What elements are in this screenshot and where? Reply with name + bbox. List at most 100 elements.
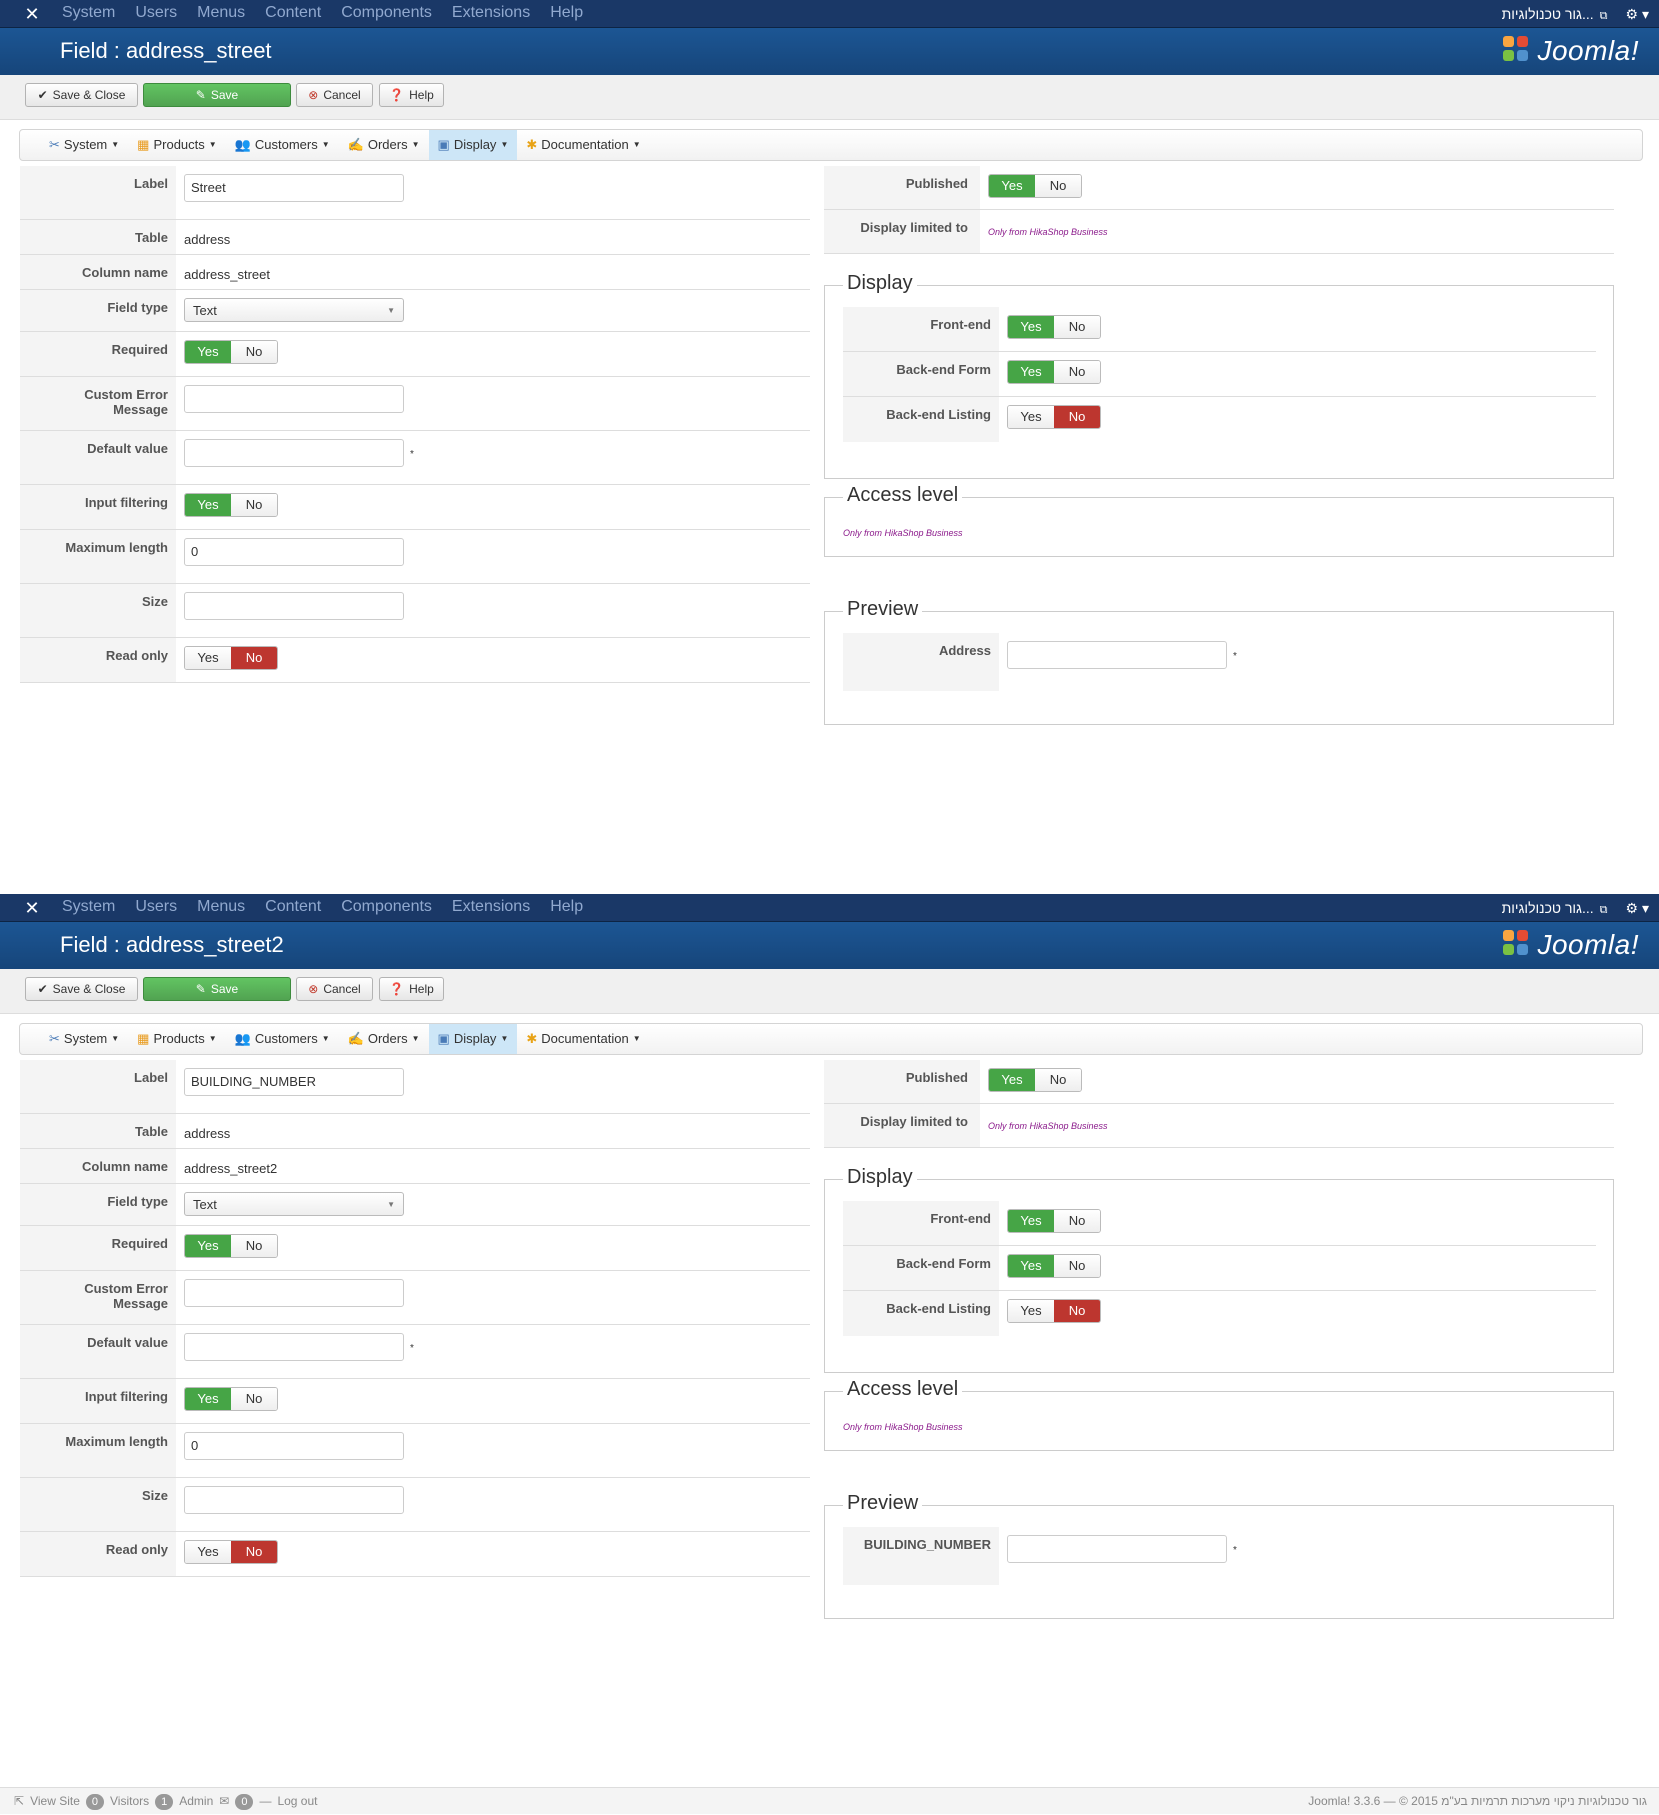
help-button[interactable]: ❓ Help bbox=[379, 83, 444, 107]
caret-down-icon: ▼ bbox=[208, 140, 217, 149]
site-name-link[interactable]: גור טכנולוגיות... ⧉ bbox=[1502, 900, 1608, 917]
help-button[interactable]: ❓ Help bbox=[379, 977, 444, 1001]
menu-extensions[interactable]: Extensions bbox=[442, 0, 540, 28]
submenu-display[interactable]: ▣ Display ▼ bbox=[428, 130, 518, 160]
user-menu-gear-icon[interactable]: ⚙ ▾ bbox=[1626, 6, 1649, 23]
menu-content[interactable]: Content bbox=[255, 894, 331, 922]
read-only-yes-button[interactable]: Yes bbox=[185, 647, 231, 669]
custom-error-input[interactable] bbox=[184, 385, 404, 413]
view-site-link[interactable]: View Site bbox=[30, 1788, 80, 1815]
size-input[interactable] bbox=[184, 592, 404, 620]
input-filtering-yes-button[interactable]: Yes bbox=[185, 494, 231, 516]
version-text: Joomla! 3.3.6 — © 2015 גור טכנולוגיות ני… bbox=[1308, 1794, 1647, 1808]
label-input[interactable]: Street bbox=[184, 174, 404, 202]
submenu-system[interactable]: ✂ System ▼ bbox=[40, 1024, 128, 1054]
column-name-label: Column name bbox=[20, 255, 176, 289]
menu-components[interactable]: Components bbox=[331, 894, 442, 922]
required-no-button[interactable]: No bbox=[231, 1235, 277, 1257]
submenu-orders[interactable]: ✍ Orders ▼ bbox=[339, 1024, 429, 1054]
submenu-documentation[interactable]: ✱ Documentation ▼ bbox=[517, 130, 649, 160]
menu-help[interactable]: Help bbox=[540, 894, 593, 922]
read-only-toggle: Yes No bbox=[184, 646, 278, 670]
published-yes-button[interactable]: Yes bbox=[989, 175, 1035, 197]
label-input[interactable]: BUILDING_NUMBER bbox=[184, 1068, 404, 1096]
size-input[interactable] bbox=[184, 1486, 404, 1514]
published-no-button[interactable]: No bbox=[1035, 175, 1081, 197]
read-only-no-button[interactable]: No bbox=[231, 1541, 277, 1563]
maximum-length-input[interactable]: 0 bbox=[184, 1432, 404, 1460]
backend-listing-yes-button[interactable]: Yes bbox=[1008, 1300, 1054, 1322]
front-end-yes-button[interactable]: Yes bbox=[1008, 1210, 1054, 1232]
row-read-only: Read only Yes No bbox=[20, 1532, 810, 1577]
required-no-button[interactable]: No bbox=[231, 341, 277, 363]
submenu-display[interactable]: ▣ Display ▼ bbox=[428, 1024, 518, 1054]
backend-form-yes-button[interactable]: Yes bbox=[1008, 1255, 1054, 1277]
menu-users[interactable]: Users bbox=[125, 894, 187, 922]
default-value-input[interactable] bbox=[184, 439, 404, 467]
tools-icon: ✂ bbox=[49, 1031, 60, 1046]
backend-form-no-button[interactable]: No bbox=[1054, 1255, 1100, 1277]
messages-count-badge[interactable]: 0 bbox=[235, 1793, 254, 1810]
cancel-label: Cancel bbox=[323, 88, 361, 102]
save-close-button[interactable]: ✔ Save & Close bbox=[25, 83, 138, 107]
custom-error-input[interactable] bbox=[184, 1279, 404, 1307]
default-value-input[interactable] bbox=[184, 1333, 404, 1361]
save-button[interactable]: ✎ Save bbox=[143, 83, 291, 107]
preview-input[interactable] bbox=[1007, 641, 1227, 669]
backend-listing-no-button[interactable]: No bbox=[1054, 406, 1100, 428]
backend-listing-no-button[interactable]: No bbox=[1054, 1300, 1100, 1322]
logout-link[interactable]: Log out bbox=[277, 1788, 317, 1815]
input-filtering-no-button[interactable]: No bbox=[231, 494, 277, 516]
site-name-link[interactable]: גור טכנולוגיות... ⧉ bbox=[1502, 6, 1608, 23]
backend-form-no-button[interactable]: No bbox=[1054, 361, 1100, 383]
front-end-no-button[interactable]: No bbox=[1054, 316, 1100, 338]
preview-input[interactable] bbox=[1007, 1535, 1227, 1563]
submenu-products[interactable]: ▦ Products ▼ bbox=[128, 1024, 226, 1054]
submenu-system[interactable]: ✂ System ▼ bbox=[40, 130, 128, 160]
submenu-products[interactable]: ▦ Products ▼ bbox=[128, 130, 226, 160]
required-yes-button[interactable]: Yes bbox=[185, 1235, 231, 1257]
required-yes-button[interactable]: Yes bbox=[185, 341, 231, 363]
save-button[interactable]: ✎ Save bbox=[143, 977, 291, 1001]
backend-form-yes-button[interactable]: Yes bbox=[1008, 361, 1054, 383]
front-end-no-button[interactable]: No bbox=[1054, 1210, 1100, 1232]
row-backend-form: Back-end Form Yes No bbox=[843, 352, 1596, 397]
menu-content[interactable]: Content bbox=[255, 0, 331, 28]
submenu-customers[interactable]: 👥 Customers ▼ bbox=[226, 1024, 339, 1054]
menu-menus[interactable]: Menus bbox=[187, 0, 255, 28]
backend-listing-toggle: Yes No bbox=[1007, 405, 1101, 429]
menu-users[interactable]: Users bbox=[125, 0, 187, 28]
save-close-button[interactable]: ✔ Save & Close bbox=[25, 977, 138, 1001]
menu-menus[interactable]: Menus bbox=[187, 894, 255, 922]
published-yes-button[interactable]: Yes bbox=[989, 1069, 1035, 1091]
published-toggle: Yes No bbox=[988, 1068, 1082, 1092]
menu-components[interactable]: Components bbox=[331, 0, 442, 28]
menu-extensions[interactable]: Extensions bbox=[442, 894, 540, 922]
maximum-length-input[interactable]: 0 bbox=[184, 538, 404, 566]
joomla-menu-icon[interactable]: ✕ bbox=[22, 4, 42, 24]
backend-listing-label: Back-end Listing bbox=[843, 397, 999, 442]
field-type-select[interactable]: Text ▼ bbox=[184, 1192, 404, 1216]
cancel-button[interactable]: ⊗ Cancel bbox=[296, 977, 373, 1001]
site-name-label: גור טכנולוגיות... bbox=[1501, 899, 1594, 916]
front-end-yes-button[interactable]: Yes bbox=[1008, 316, 1054, 338]
cancel-button[interactable]: ⊗ Cancel bbox=[296, 83, 373, 107]
caret-down-icon: ▼ bbox=[500, 1034, 509, 1043]
read-only-no-button[interactable]: No bbox=[231, 647, 277, 669]
read-only-yes-button[interactable]: Yes bbox=[185, 1541, 231, 1563]
submenu-documentation[interactable]: ✱ Documentation ▼ bbox=[517, 1024, 649, 1054]
field-type-select[interactable]: Text ▼ bbox=[184, 298, 404, 322]
user-menu-gear-icon[interactable]: ⚙ ▾ bbox=[1626, 900, 1649, 917]
backend-listing-yes-button[interactable]: Yes bbox=[1008, 406, 1054, 428]
submenu-orders-label: Orders bbox=[367, 137, 408, 152]
input-filtering-no-button[interactable]: No bbox=[231, 1388, 277, 1410]
submenu-system-label: System bbox=[63, 137, 108, 152]
joomla-menu-icon[interactable]: ✕ bbox=[22, 898, 42, 918]
input-filtering-yes-button[interactable]: Yes bbox=[185, 1388, 231, 1410]
submenu-customers[interactable]: 👥 Customers ▼ bbox=[226, 130, 339, 160]
submenu-orders[interactable]: ✍ Orders ▼ bbox=[339, 130, 429, 160]
menu-system[interactable]: System bbox=[52, 0, 125, 28]
menu-system[interactable]: System bbox=[52, 894, 125, 922]
published-no-button[interactable]: No bbox=[1035, 1069, 1081, 1091]
menu-help[interactable]: Help bbox=[540, 0, 593, 28]
